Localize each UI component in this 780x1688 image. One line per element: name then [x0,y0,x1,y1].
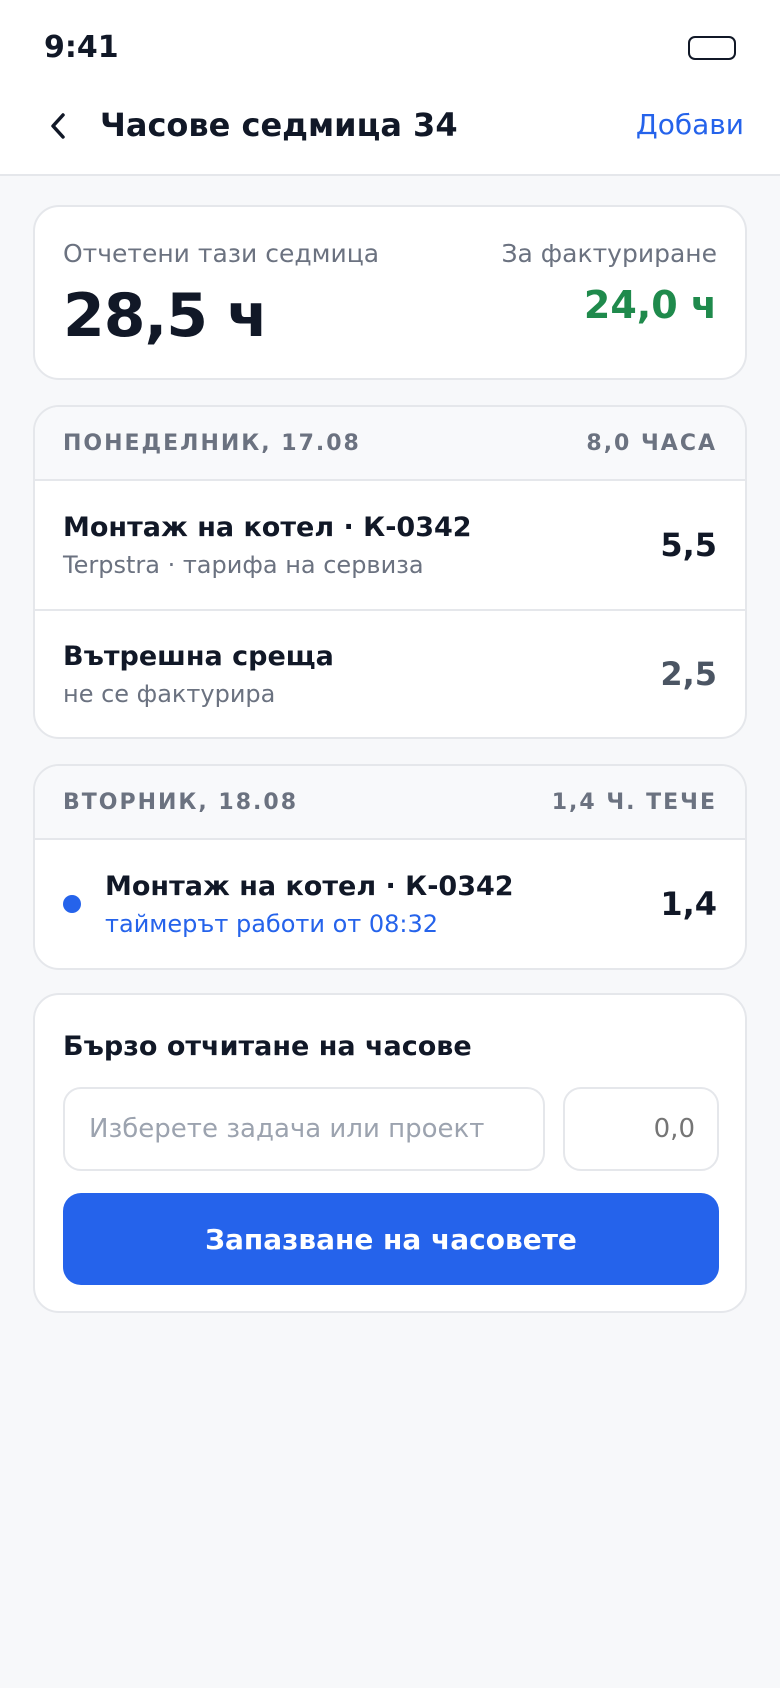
entry-subtitle: Terpstra · тарифа на сервиза [63,550,424,579]
running-indicator-icon [63,895,81,913]
quick-entry-card: Бързо отчитане на часове Запазване на ча… [33,993,747,1313]
save-hours-button[interactable]: Запазване на часовете [63,1193,719,1285]
battery-icon [688,36,736,60]
day-title: ВТОРНИК, 18.08 [63,789,299,815]
chevron-left-icon [51,113,65,139]
day-total: 8,0 ЧАСА [586,430,717,456]
time-entry[interactable]: Вътрешна среща не се фактурира 2,5 [35,609,745,737]
entry-title: Вътрешна среща [63,640,334,672]
day-title: ПОНЕДЕЛНИК, 17.08 [63,430,361,456]
task-project-input[interactable] [63,1087,545,1171]
page-title: Часове седмица 34 [100,106,458,144]
logged-hours-value: 28,5 ч [63,281,268,351]
entry-hours: 5,5 [660,526,717,564]
timer-status: таймерът работи от 08:32 [105,909,439,938]
quick-entry-title: Бързо отчитане на часове [63,1031,472,1062]
day-card-tuesday: ВТОРНИК, 18.08 1,4 Ч. ТЕЧЕ Монтаж на кот… [33,764,747,970]
status-bar: 9:41 [0,0,780,90]
day-card-monday: ПОНЕДЕЛНИК, 17.08 8,0 ЧАСА Монтаж на кот… [33,405,747,739]
hours-input[interactable] [563,1087,719,1171]
entry-hours: 2,5 [660,655,717,693]
billable-hours-value: 24,0 ч [583,283,717,327]
entry-hours: 1,4 [660,885,717,923]
time-entry[interactable]: Монтаж на котел · К-0342 Terpstra · тари… [35,481,745,609]
entry-title: Монтаж на котел · К-0342 [105,870,514,902]
entry-title: Монтаж на котел · К-0342 [63,511,472,543]
back-button[interactable] [36,104,80,148]
nav-bar: Часове седмица 34 Добави [0,90,780,176]
day-total: 1,4 Ч. ТЕЧЕ [551,789,717,815]
week-summary-card: Отчетени тази седмица 28,5 ч За фактурир… [33,205,747,380]
running-time-entry[interactable]: Монтаж на котел · К-0342 таймерът работи… [35,840,745,968]
add-button[interactable]: Добави [636,108,744,141]
logged-hours-label: Отчетени тази седмица [63,239,380,268]
billable-hours-label: За фактуриране [501,239,717,268]
entry-subtitle: не се фактурира [63,679,276,708]
day-header: ПОНЕДЕЛНИК, 17.08 8,0 ЧАСА [35,407,745,481]
status-time: 9:41 [44,30,119,65]
day-header: ВТОРНИК, 18.08 1,4 Ч. ТЕЧЕ [35,766,745,840]
